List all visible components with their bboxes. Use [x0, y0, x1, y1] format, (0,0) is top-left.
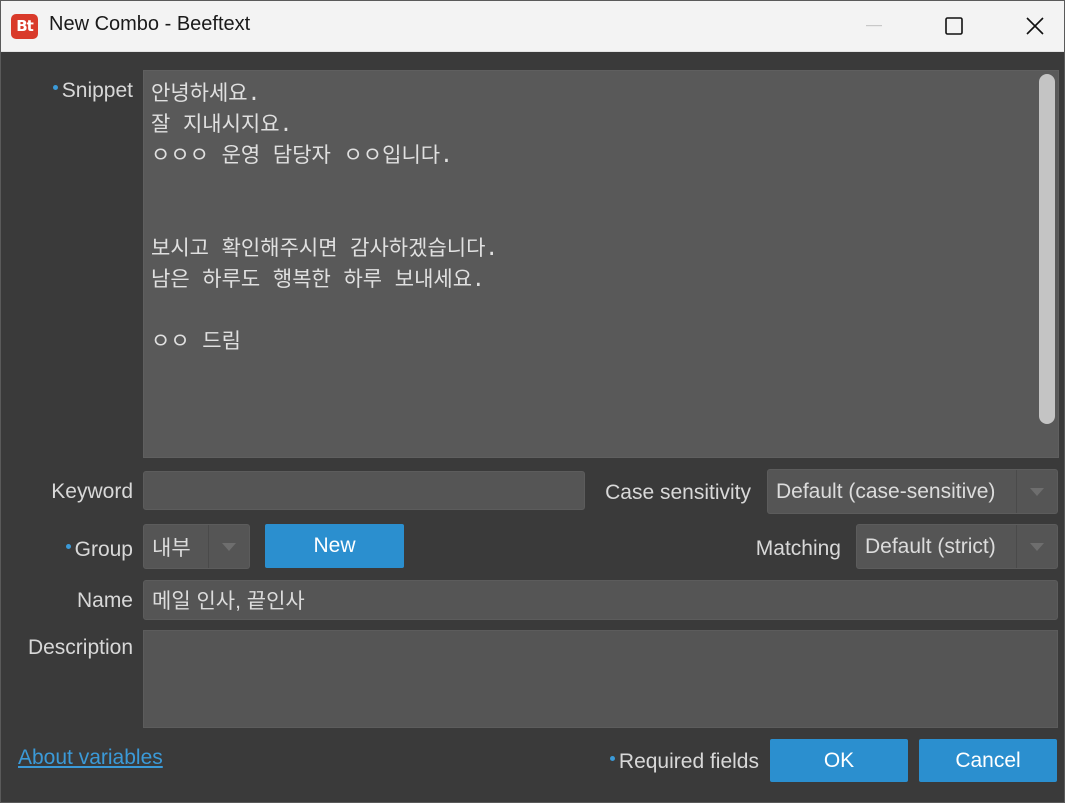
description-textarea[interactable]: [143, 630, 1058, 728]
group-label: Group: [21, 538, 133, 562]
ok-button[interactable]: OK: [770, 739, 908, 782]
snippet-text[interactable]: 안녕하세요. 잘 지내시지요. ㅇㅇㅇ 운영 담당자 ㅇㅇ입니다. 보시고 확인…: [151, 78, 1028, 357]
name-value: 메일 인사, 끝인사: [152, 590, 305, 613]
matching-label: Matching: [755, 537, 841, 560]
group-select[interactable]: 내부: [143, 524, 250, 569]
keyword-label: Keyword: [51, 480, 133, 503]
close-icon: [1026, 17, 1044, 35]
required-dot-icon: [52, 85, 58, 90]
about-variables-link[interactable]: About variables: [18, 746, 163, 770]
snippet-scrollbar[interactable]: [1036, 71, 1058, 457]
case-sensitivity-dropdown[interactable]: [1016, 470, 1057, 513]
minimize-icon: [866, 25, 882, 27]
description-label: Description: [27, 636, 133, 659]
matching-select[interactable]: Default (strict): [856, 524, 1058, 569]
close-button[interactable]: [999, 1, 1064, 51]
required-dot-icon: [65, 544, 71, 549]
matching-dropdown[interactable]: [1016, 525, 1057, 568]
case-sensitivity-select[interactable]: Default (case-sensitive): [767, 469, 1058, 514]
snippet-label: Snippet: [21, 79, 133, 103]
beeftext-logo-icon: Bt: [11, 14, 38, 39]
keyword-input[interactable]: [143, 471, 585, 510]
snippet-scroll-thumb[interactable]: [1039, 74, 1055, 424]
name-input[interactable]: 메일 인사, 끝인사: [143, 580, 1058, 620]
minimize-button[interactable]: [838, 1, 910, 51]
required-dot-icon: [609, 756, 615, 761]
window-title: New Combo - Beeftext: [49, 13, 251, 35]
title-bar[interactable]: Bt New Combo - Beeftext: [1, 1, 1064, 52]
maximize-icon: [945, 17, 963, 35]
required-fields-text: Required fields: [618, 750, 759, 773]
snippet-label-text: Snippet: [61, 79, 133, 102]
group-value: 내부: [152, 536, 191, 560]
chevron-down-icon: [222, 542, 236, 551]
maximize-button[interactable]: [918, 1, 990, 51]
required-fields-note: Required fields: [591, 750, 759, 774]
new-combo-dialog: Bt New Combo - Beeftext Snippet 안녕하세요. 잘…: [0, 0, 1065, 803]
case-sensitivity-label: Case sensitivity: [605, 481, 751, 504]
new-group-button[interactable]: New: [265, 524, 404, 568]
name-label: Name: [76, 589, 133, 612]
chevron-down-icon: [1030, 542, 1044, 551]
cancel-button[interactable]: Cancel: [919, 739, 1057, 782]
group-dropdown[interactable]: [208, 525, 249, 568]
group-label-text: Group: [74, 538, 133, 561]
case-sensitivity-value: Default (case-sensitive): [776, 479, 996, 503]
chevron-down-icon: [1030, 487, 1044, 496]
snippet-textarea[interactable]: 안녕하세요. 잘 지내시지요. ㅇㅇㅇ 운영 담당자 ㅇㅇ입니다. 보시고 확인…: [143, 70, 1059, 458]
matching-value: Default (strict): [865, 534, 996, 558]
